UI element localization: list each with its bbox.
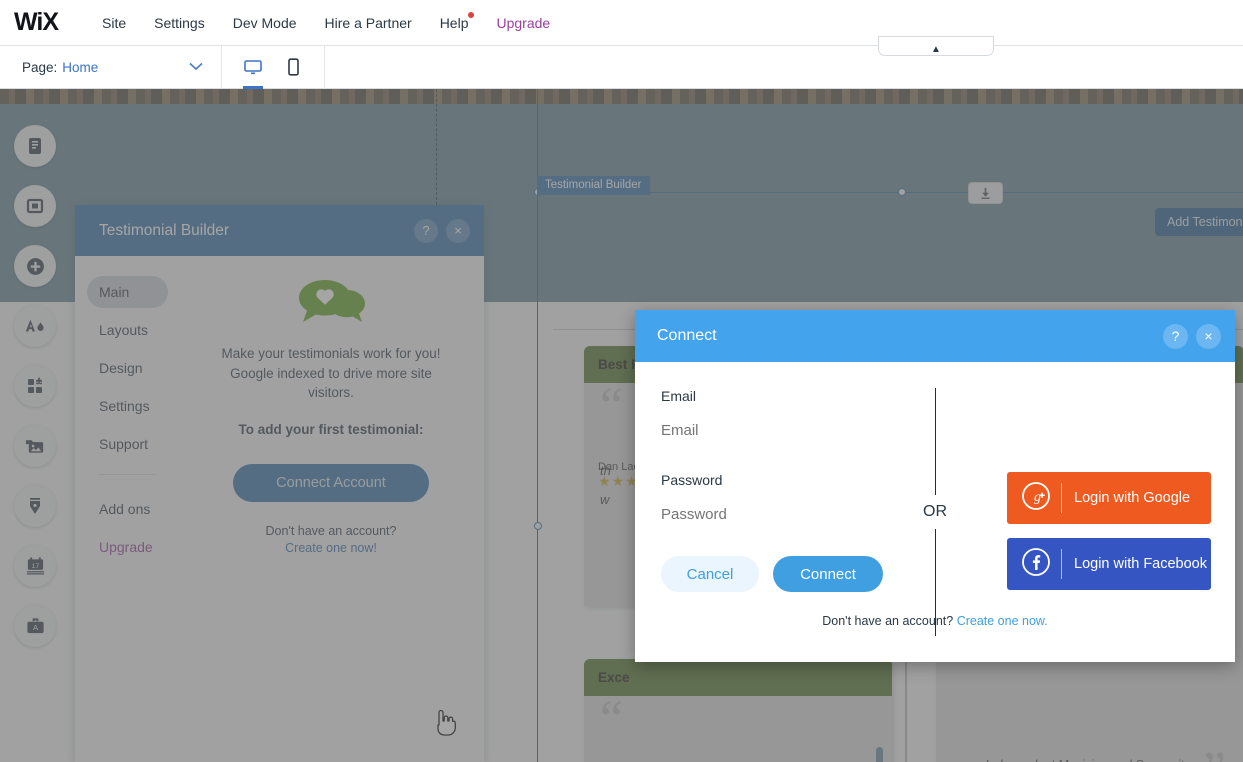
login-with-google-label: Login with Google: [1074, 490, 1191, 506]
menu-item-site[interactable]: Site: [88, 0, 140, 46]
connect-modal-close-button[interactable]: ×: [1196, 323, 1221, 349]
panel-header: Testimonial Builder ? ×: [75, 205, 484, 256]
view-toggles: [222, 45, 325, 89]
add-testimonial-button[interactable]: Add Testimonial: [1155, 208, 1243, 236]
app-root: Best Reviews Option! “ th w Dan Lacass ★…: [0, 0, 1243, 762]
chevron-down-icon[interactable]: [189, 60, 203, 74]
resize-handle[interactable]: [898, 188, 906, 196]
quote-open-icon: “: [600, 691, 624, 748]
panel-create-account-link[interactable]: Create one now!: [198, 541, 464, 555]
google-plus-icon: g: [1021, 481, 1051, 515]
email-label: Email: [661, 388, 697, 404]
connect-button[interactable]: Connect: [773, 556, 883, 592]
or-divider: OR: [923, 388, 947, 636]
download-icon[interactable]: [968, 182, 1003, 204]
bookings-icon[interactable]: 17: [14, 545, 56, 587]
pointing-hand-cursor: [430, 708, 456, 743]
background-icon[interactable]: [14, 185, 56, 227]
svg-text:17: 17: [31, 563, 39, 570]
page-selector-label: Page:: [22, 59, 58, 75]
email-input[interactable]: [661, 422, 929, 439]
connect-modal-title: Connect: [657, 327, 717, 344]
page-selector[interactable]: Page: Home: [0, 45, 222, 89]
apps-icon[interactable]: [14, 365, 56, 407]
connect-modal-header: Connect ? ×: [635, 310, 1235, 362]
quote-close-icon: ”: [1203, 745, 1226, 762]
page-toolbar: Page: Home ▲: [0, 36, 1243, 89]
resize-handle[interactable]: [534, 522, 542, 530]
panel-nav-settings[interactable]: Settings: [75, 390, 178, 422]
social-login-group: g Login with Google Login with Facebook: [1007, 472, 1211, 590]
testimonial-card: Exce “ took the matter seriously and hel…: [584, 659, 892, 762]
card-edge: [905, 659, 907, 762]
text-icon[interactable]: [14, 305, 56, 347]
panel-no-account-text: Don't have an account?: [265, 523, 397, 538]
panel-nav: Main Layouts Design Settings Support Add…: [75, 256, 178, 762]
login-with-facebook-button[interactable]: Login with Facebook: [1007, 538, 1211, 590]
menu-item-help-label: Help: [439, 14, 469, 31]
menu-item-hire-a-partner[interactable]: Hire a Partner: [311, 0, 426, 46]
hero-image-strip: [0, 89, 1243, 104]
blog-icon[interactable]: [14, 485, 56, 527]
menu-item-dev-mode[interactable]: Dev Mode: [219, 0, 311, 46]
create-account-link[interactable]: Create one now.: [957, 614, 1048, 628]
notification-dot-icon: [468, 11, 475, 18]
facebook-icon: [1021, 547, 1051, 581]
media-icon[interactable]: [14, 425, 56, 467]
panel-title: Testimonial Builder: [99, 221, 230, 239]
mobile-view-icon[interactable]: [280, 46, 306, 89]
add-icon[interactable]: [14, 245, 56, 287]
menu-item-settings[interactable]: Settings: [140, 0, 219, 46]
editor-tool-rail: 17 A: [0, 89, 70, 762]
panel-instruction: To add your first testimonial:: [238, 421, 424, 437]
panel-help-button[interactable]: ?: [414, 218, 438, 243]
connect-modal: Connect ? × Email Password Cancel Connec…: [635, 310, 1235, 662]
panel-nav-design[interactable]: Design: [75, 352, 178, 384]
password-label: Password: [661, 472, 723, 488]
connect-modal-help-button[interactable]: ?: [1163, 323, 1188, 349]
panel-nav-addons[interactable]: Add ons: [75, 493, 178, 525]
testimonial-role: Independent Musician and Songwriter: [952, 758, 1228, 762]
panel-nav-layouts[interactable]: Layouts: [75, 314, 178, 346]
collapse-editor-tab[interactable]: ▲: [878, 36, 994, 56]
speech-bubbles-heart-icon: [198, 278, 464, 330]
desktop-view-icon[interactable]: [240, 46, 266, 89]
pages-icon[interactable]: [14, 125, 56, 167]
card-scrollbar[interactable]: [876, 747, 883, 762]
divider: [1061, 483, 1062, 513]
testimonial-card-title: Exce: [584, 659, 892, 696]
menu-item-upgrade[interactable]: Upgrade: [482, 0, 564, 46]
panel-main: Make your testimonials work for you! Goo…: [178, 256, 484, 762]
testimonial-builder-panel: Testimonial Builder ? × Main Layouts Des…: [75, 205, 484, 762]
connect-modal-footer: Don't have an account? Create one now.: [635, 614, 1235, 628]
main-toolbar: WiX Site Settings Dev Mode Hire a Partne…: [0, 0, 1243, 46]
password-input[interactable]: [661, 506, 929, 523]
component-label: Testimonial Builder: [537, 176, 650, 195]
panel-nav-main[interactable]: Main: [87, 276, 168, 308]
divider: [1061, 549, 1062, 579]
login-with-facebook-label: Login with Facebook: [1074, 556, 1207, 572]
divider-line-top: [934, 388, 936, 495]
panel-copy-line3: visitors.: [308, 385, 354, 401]
chevron-up-icon: ▲: [931, 44, 941, 55]
connect-account-button[interactable]: Connect Account: [233, 463, 429, 502]
testimonial-card-body: “ took the matter seriously and helped m…: [584, 694, 892, 762]
business-icon[interactable]: A: [14, 605, 56, 647]
no-account-text: Don't have an account?: [822, 614, 954, 628]
panel-nav-upgrade[interactable]: Upgrade: [75, 531, 178, 563]
svg-text:g: g: [1034, 490, 1041, 505]
panel-copy-line2: Google indexed to drive more site: [230, 365, 432, 381]
or-label: OR: [923, 495, 947, 529]
login-with-google-button[interactable]: g Login with Google: [1007, 472, 1211, 524]
panel-copy-line1: Make your testimonials work for you!: [221, 346, 441, 361]
quote-open-icon: “: [600, 378, 624, 435]
wix-logo[interactable]: WiX: [14, 8, 59, 37]
panel-close-button[interactable]: ×: [446, 218, 470, 243]
alignment-guide: [436, 89, 437, 205]
panel-nav-divider: [99, 474, 156, 475]
menu-item-help[interactable]: Help: [426, 0, 483, 46]
cancel-button[interactable]: Cancel: [661, 556, 759, 592]
page-selector-value: Home: [62, 59, 99, 75]
panel-nav-support[interactable]: Support: [75, 428, 178, 460]
